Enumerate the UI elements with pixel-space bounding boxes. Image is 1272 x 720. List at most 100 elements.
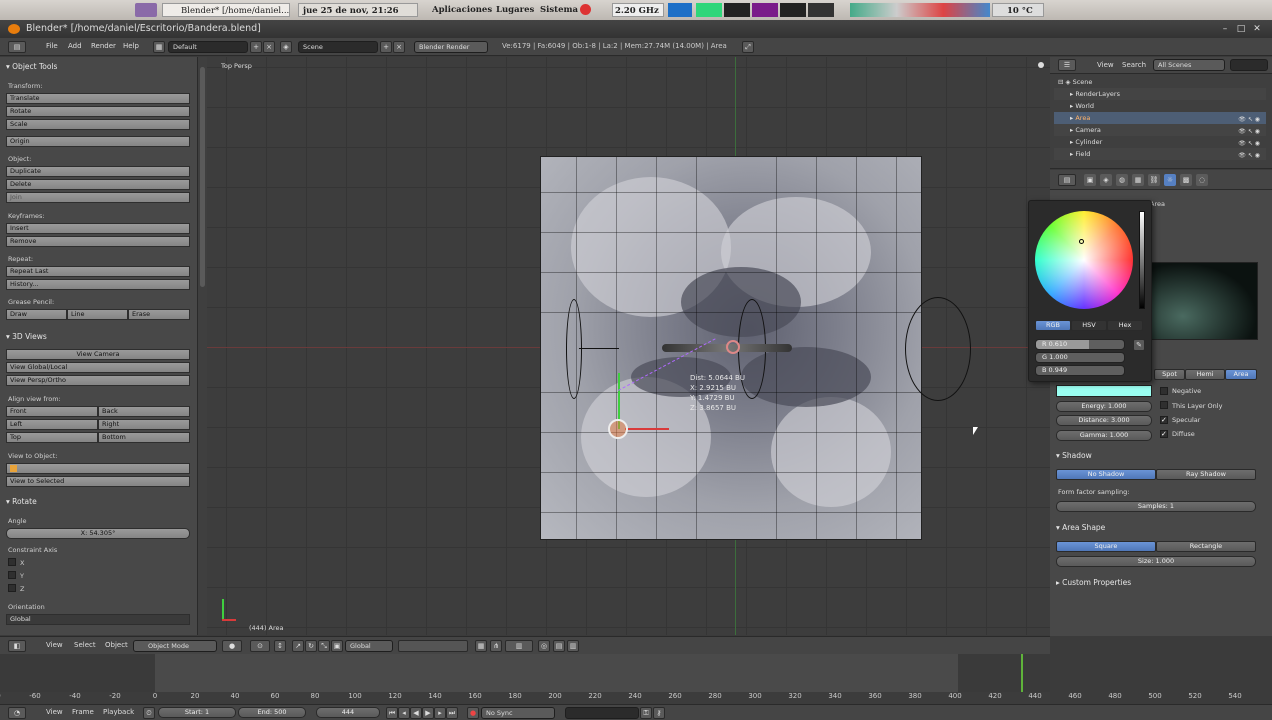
render-engine-select[interactable]: Blender Render [414, 41, 488, 53]
scale-button[interactable]: Scale [6, 119, 190, 130]
delete-button[interactable]: Delete [6, 179, 190, 190]
shading-icon[interactable]: ● [222, 640, 242, 652]
red-channel-field[interactable]: R 0.610 [1035, 339, 1125, 350]
join-button[interactable]: Join [6, 192, 190, 203]
constraints-tab-icon[interactable]: ⛓ [1148, 174, 1160, 186]
snap-icon[interactable]: ⋔ [490, 640, 502, 652]
lock-layers-icon[interactable]: ▦ [475, 640, 487, 652]
cylinder-right-ring[interactable] [905, 297, 971, 401]
places-menu[interactable]: Lugares [496, 3, 534, 17]
play-icon[interactable]: ▶ [422, 707, 434, 719]
diffuse-checkbox[interactable]: ✓ [1160, 430, 1168, 438]
view-left-button[interactable]: Left [6, 419, 98, 430]
rotate-manip-icon[interactable]: ↻ [305, 640, 317, 652]
app-launcher-icon[interactable] [135, 3, 157, 17]
current-frame-marker[interactable] [1021, 654, 1023, 692]
weather[interactable]: 10 °C [992, 3, 1044, 17]
green-channel-field[interactable]: G 1.000 [1035, 352, 1125, 363]
eyedropper-icon[interactable]: ✎ [1133, 339, 1145, 351]
rectangle-shape-button[interactable]: Rectangle [1156, 541, 1256, 552]
outliner-item-area[interactable]: ▸ Area 👁 ↖ ◉ [1054, 112, 1266, 124]
picker-mode-hex[interactable]: Hex [1107, 320, 1143, 331]
menu-object[interactable]: Object [105, 641, 128, 649]
sync-select[interactable]: No Sync [481, 707, 555, 719]
repeat-last-button[interactable]: Repeat Last [6, 266, 190, 277]
remove-keyframe-button[interactable]: Remove [6, 236, 190, 247]
specular-checkbox[interactable]: ✓ [1160, 416, 1168, 424]
menu-add[interactable]: Add [68, 42, 82, 50]
outliner-menu-search[interactable]: Search [1122, 61, 1146, 69]
this-layer-only-checkbox[interactable] [1160, 401, 1168, 409]
panel-object-tools[interactable]: ▾ Object Tools [6, 62, 57, 71]
negative-checkbox[interactable] [1160, 387, 1168, 395]
outliner-item-scene[interactable]: ⊟ ◈ Scene [1054, 76, 1266, 88]
lamp-type-hemi[interactable]: Hemi [1185, 369, 1225, 380]
view-right-button[interactable]: Right [98, 419, 190, 430]
screen-layout-icon[interactable]: ▦ [153, 41, 165, 53]
view3d-editor-icon[interactable]: ◧ [8, 640, 26, 652]
axis-z-checkbox[interactable] [8, 584, 16, 592]
lamp-color-swatch[interactable] [1056, 385, 1152, 397]
menu-file[interactable]: File [46, 42, 58, 50]
orientation-select-header[interactable]: Global [345, 640, 393, 652]
add-layout-icon[interactable]: + [250, 41, 262, 53]
layers-grid[interactable] [398, 640, 468, 652]
square-shape-button[interactable]: Square [1056, 541, 1156, 552]
physics-tab-icon[interactable]: ◌ [1196, 174, 1208, 186]
remove-scene-icon[interactable]: × [393, 41, 405, 53]
close-icon[interactable]: ✕ [1252, 24, 1262, 34]
render-tab-icon[interactable]: ▣ [1084, 174, 1096, 186]
gamma-field[interactable]: Gamma: 1.000 [1056, 430, 1152, 441]
energy-field[interactable]: Energy: 1.000 [1056, 401, 1152, 412]
color-wheel[interactable] [1035, 211, 1133, 309]
keying-set-field[interactable] [565, 707, 639, 719]
view-front-button[interactable]: Front [6, 406, 98, 417]
properties-editor-icon[interactable]: ▤ [1058, 174, 1076, 186]
outliner-filter-select[interactable]: All Scenes [1153, 59, 1225, 71]
timeline-menu-view[interactable]: View [46, 708, 63, 716]
outliner-item-renderlayers[interactable]: ▸ RenderLayers [1054, 88, 1266, 100]
size-field[interactable]: Size: 1.000 [1056, 556, 1256, 567]
menu-help[interactable]: Help [123, 42, 139, 50]
view-back-button[interactable]: Back [98, 406, 190, 417]
origin-button[interactable]: Origin [6, 136, 190, 147]
add-scene-icon[interactable]: + [380, 41, 392, 53]
fullscreen-icon[interactable]: ⤢ [742, 41, 754, 53]
view-camera-button[interactable]: View Camera [6, 349, 190, 360]
jump-end-icon[interactable]: ⏭ [446, 707, 458, 719]
record-icon[interactable]: ● [467, 707, 479, 719]
mode-select[interactable]: Object Mode [133, 640, 217, 652]
grease-erase-button[interactable]: Erase [128, 309, 190, 320]
editor-type-icon[interactable]: ▤ [8, 41, 26, 53]
grease-draw-button[interactable]: Draw [6, 309, 67, 320]
view-persp-ortho-button[interactable]: View Persp/Ortho [6, 375, 190, 386]
history-button[interactable]: History... [6, 279, 190, 290]
outliner-menu-view[interactable]: View [1097, 61, 1114, 69]
angle-field[interactable]: X: 54.305° [6, 528, 190, 539]
tool-shelf-scrollbar[interactable] [198, 57, 207, 635]
keying-icon[interactable]: ⚿ [640, 707, 652, 719]
cylinder-left-ring[interactable] [566, 299, 582, 399]
next-key-icon[interactable]: ▸ [434, 707, 446, 719]
end-frame-field[interactable]: End: 500 [238, 707, 306, 718]
picker-mode-rgb[interactable]: RGB [1035, 320, 1071, 331]
minimize-icon[interactable]: – [1220, 24, 1230, 34]
ray-shadow-button[interactable]: Ray Shadow [1156, 469, 1256, 480]
manipulator-icon[interactable]: ↕ [274, 640, 286, 652]
world-tab-icon[interactable]: ◍ [1116, 174, 1128, 186]
insert-keyframe-button[interactable]: Insert [6, 223, 190, 234]
lamp-type-area[interactable]: Area [1225, 369, 1257, 380]
outliner-item-world[interactable]: ▸ World [1054, 100, 1266, 112]
visibility-icon[interactable]: 👁 ↖ ◉ [1238, 150, 1260, 162]
view-to-object-field[interactable] [6, 463, 190, 474]
samples-field[interactable]: Samples: 1 [1056, 501, 1256, 512]
keying-set-icon[interactable]: ⚷ [653, 707, 665, 719]
snap-element-icon[interactable]: ▥ [505, 640, 533, 652]
color-picker-popup[interactable]: RGB HSV Hex R 0.610 G 1.000 B 0.949 ✎ [1028, 200, 1152, 382]
preview-range-icon[interactable]: ⏲ [143, 707, 155, 719]
view-to-selected-button[interactable]: View to Selected [6, 476, 190, 487]
timeline-ruler[interactable]: -80 -60 -40 -20 0 20 40 60 80 100 120 140 160 180 200 2… [0, 692, 1242, 704]
applications-menu[interactable]: Aplicaciones [432, 3, 492, 17]
timeline-editor-icon[interactable]: ◔ [8, 707, 26, 719]
render-preview-icon[interactable]: ▤ [553, 640, 565, 652]
